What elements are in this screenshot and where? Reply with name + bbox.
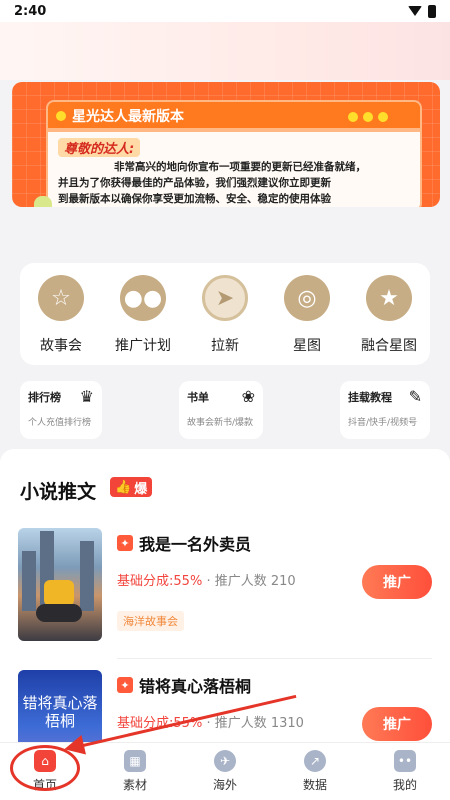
paper-plane-icon: ➤: [202, 275, 248, 321]
chart-icon: ↗: [304, 750, 326, 772]
status-time: 2:40: [14, 3, 47, 19]
banner-line-3: 到最新版本以确保你享受更加流畅、安全、稳定的使用体验: [58, 193, 331, 205]
banner-message: 尊敬的达人: 非常高兴的地向你宣布一项重要的更新已经准备就绪， 并且为了你获得最…: [46, 130, 422, 207]
banner-title: 星光达人最新版本: [72, 109, 184, 125]
hot-badge: 👍 爆: [110, 477, 153, 497]
wifi-icon: [408, 6, 422, 16]
header-background: [0, 22, 450, 80]
tab-material[interactable]: ▦ 素材: [100, 750, 170, 793]
banner-dots: [348, 112, 388, 122]
promote-button[interactable]: 推广: [362, 565, 432, 599]
shortcut-fusion-star-map[interactable]: ★ 融合星图: [350, 275, 428, 355]
tutorial-card[interactable]: 挂载教程 ✎ 抖音/快手/视频号: [340, 381, 430, 439]
banner-greeting: 尊敬的达人:: [58, 138, 141, 157]
tab-overseas[interactable]: ✈ 海外: [190, 750, 260, 793]
thumbs-up-icon: 👍: [115, 479, 132, 495]
battery-icon: [428, 4, 436, 18]
tab-profile[interactable]: •• 我的: [370, 750, 440, 793]
book-cover: [18, 528, 102, 641]
booklist-card[interactable]: 书单 ❀ 故事会新书/爆款: [179, 381, 263, 439]
material-icon: ▦: [124, 750, 146, 772]
novel-promo-section: 小说推文 👍 爆 ✦ 我是一名外卖员 基础分成:55% · 推广人数 210 海…: [0, 449, 450, 783]
planet-icon: ◎: [284, 275, 330, 321]
cover-title: 错将真心落梧桐: [22, 694, 98, 730]
shortcut-star-map[interactable]: ◎ 星图: [268, 275, 346, 355]
crown-icon: ♛: [79, 387, 94, 406]
story-icon: ☆: [38, 275, 84, 321]
promote-button[interactable]: 推广: [362, 707, 432, 741]
book-title: 我是一名外卖员: [139, 535, 252, 554]
globe-icon: ✈: [214, 750, 236, 772]
book-tag: 海洋故事会: [117, 611, 184, 631]
banner-line-2: 并且为了你获得最佳的产品体验，我们强烈建议你立即更新: [58, 177, 331, 189]
book-icon: ✦: [117, 535, 133, 551]
banner-line-1: 非常高兴的地向你宣布一项重要的更新已经准备就绪，: [114, 161, 366, 173]
books-icon: ❀: [241, 387, 255, 406]
star-icon: ★: [366, 275, 412, 321]
divider: [117, 658, 432, 659]
status-bar: 2:40: [0, 0, 450, 22]
shortcut-grid: ☆ 故事会 ●● 推广计划 ➤ 拉新 ◎ 星图 ★ 融合星图: [20, 263, 430, 365]
tutorial-icon: ✎: [408, 387, 422, 406]
shortcut-new-users[interactable]: ➤ 拉新: [186, 275, 264, 355]
section-title: 小说推文: [20, 481, 97, 503]
mini-card-row: 排行榜 ♛ 个人充值排行榜 书单 ❀ 故事会新书/爆款 挂载教程 ✎ 抖音/快手…: [20, 381, 430, 439]
shortcut-story[interactable]: ☆ 故事会: [22, 275, 100, 355]
update-banner[interactable]: 星光达人最新版本 尊敬的达人: 非常高兴的地向你宣布一项重要的更新已经准备就绪，…: [12, 82, 440, 207]
book-icon: ✦: [117, 677, 133, 693]
dot-icon: [56, 111, 66, 121]
decoration-icon: [34, 196, 52, 207]
ranking-card[interactable]: 排行榜 ♛ 个人充值排行榜: [20, 381, 102, 439]
profile-icon: ••: [394, 750, 416, 772]
tab-data[interactable]: ↗ 数据: [280, 750, 350, 793]
shortcut-promotion-plan[interactable]: ●● 推广计划: [104, 275, 182, 355]
book-title: 错将真心落梧桐: [139, 677, 252, 696]
people-icon: ●●: [120, 275, 166, 321]
book-item[interactable]: ✦ 我是一名外卖员 基础分成:55% · 推广人数 210 海洋故事会 推广: [18, 528, 432, 659]
